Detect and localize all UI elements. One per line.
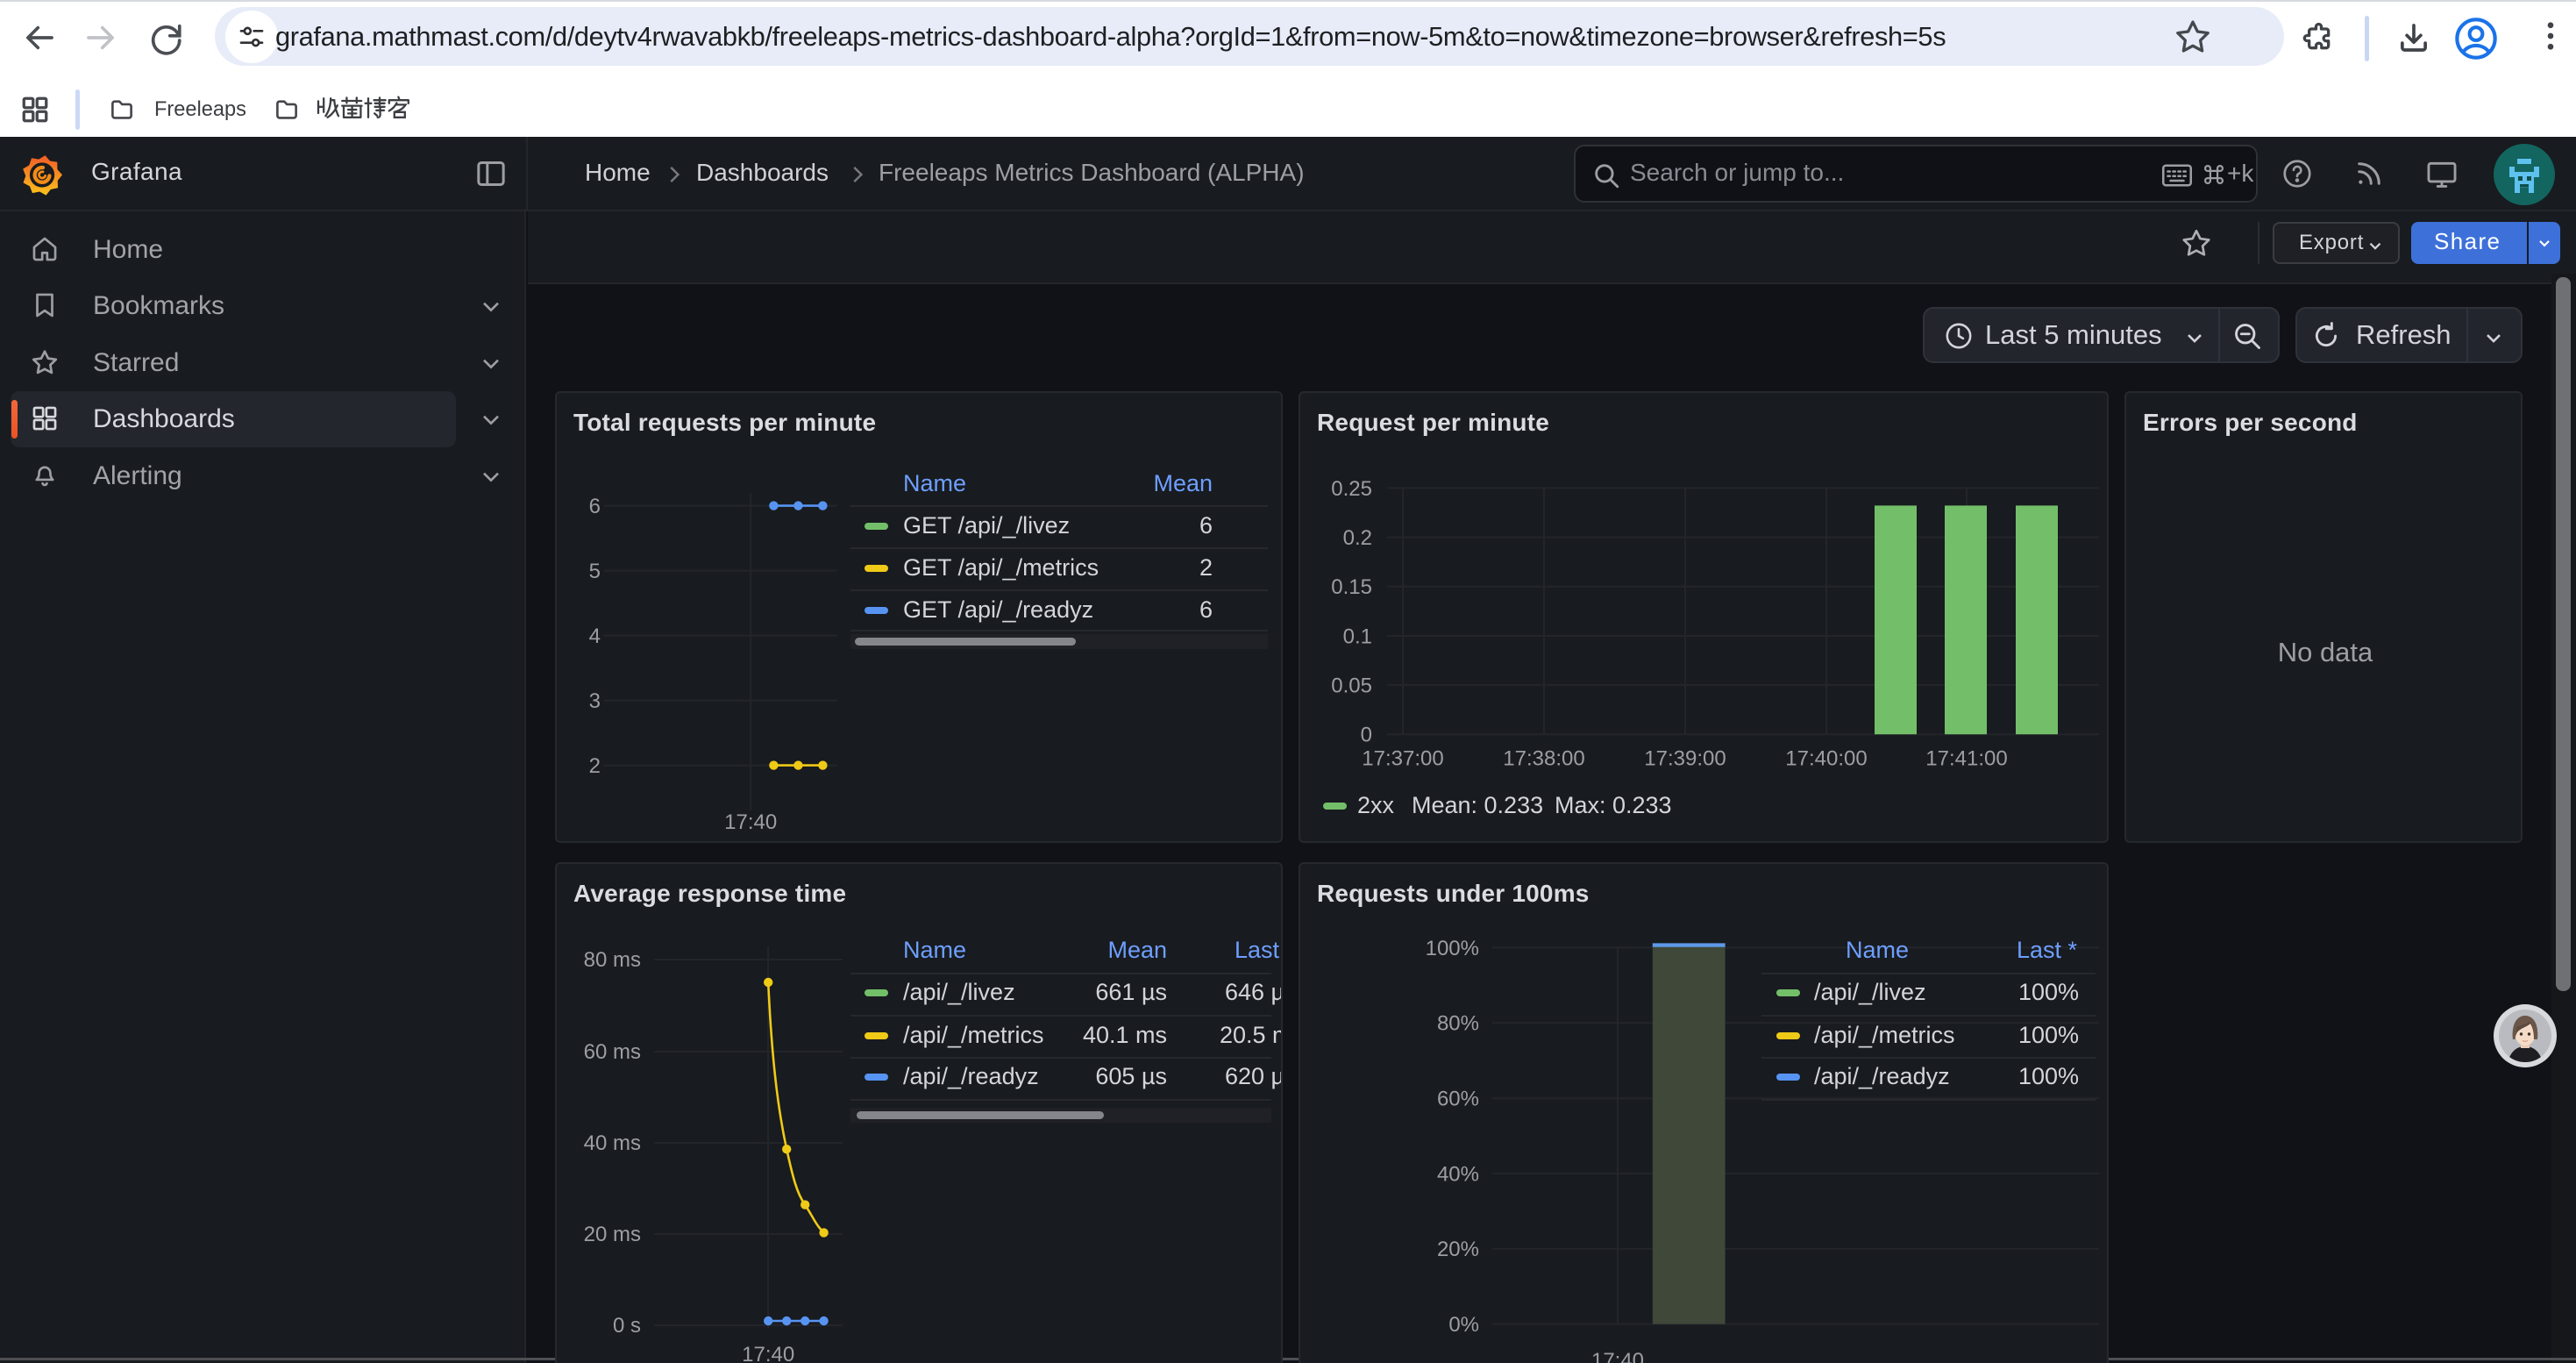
svg-text:17:40: 17:40	[742, 1343, 794, 1363]
svg-text:17:38:00: 17:38:00	[1503, 747, 1584, 771]
svg-text:17:39:00: 17:39:00	[1644, 747, 1726, 771]
svg-text:0: 0	[1361, 724, 1372, 747]
svg-text:0.15: 0.15	[1331, 575, 1372, 599]
svg-text:17:40: 17:40	[1591, 1349, 1644, 1363]
svg-text:20 ms: 20 ms	[584, 1223, 641, 1246]
svg-text:0.2: 0.2	[1343, 526, 1372, 550]
svg-text:6: 6	[589, 495, 601, 518]
svg-text:20%: 20%	[1437, 1238, 1479, 1261]
svg-text:4: 4	[589, 624, 601, 648]
svg-text:60%: 60%	[1437, 1088, 1479, 1111]
svg-text:17:37:00: 17:37:00	[1362, 747, 1443, 771]
svg-text:3: 3	[589, 689, 601, 713]
svg-text:17:40: 17:40	[724, 810, 777, 834]
svg-text:17:41:00: 17:41:00	[1925, 747, 2007, 771]
svg-text:40%: 40%	[1437, 1162, 1479, 1186]
svg-text:0.25: 0.25	[1331, 477, 1372, 501]
svg-text:80%: 80%	[1437, 1012, 1479, 1036]
svg-text:40 ms: 40 ms	[584, 1131, 641, 1155]
svg-text:100%: 100%	[1426, 937, 1479, 960]
svg-text:0.1: 0.1	[1343, 624, 1372, 648]
svg-text:5: 5	[589, 560, 601, 583]
svg-text:0 s: 0 s	[613, 1314, 641, 1338]
svg-text:17:40:00: 17:40:00	[1785, 747, 1867, 771]
svg-text:0.05: 0.05	[1331, 674, 1372, 697]
svg-text:2: 2	[589, 754, 601, 778]
svg-text:0%: 0%	[1448, 1313, 1479, 1337]
svg-text:80 ms: 80 ms	[584, 948, 641, 972]
svg-text:60 ms: 60 ms	[584, 1040, 641, 1064]
